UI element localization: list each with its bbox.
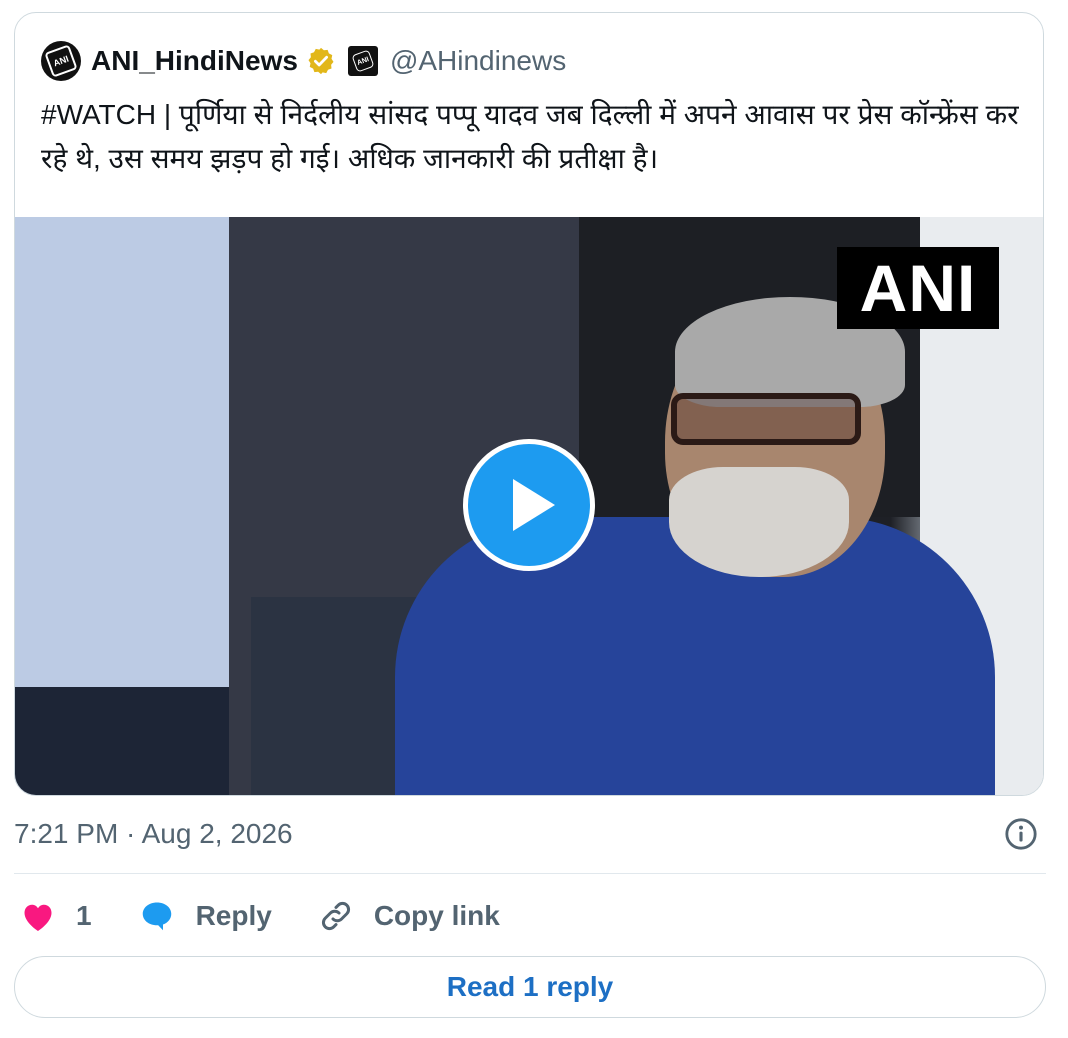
video-frame-person-beard — [669, 467, 849, 577]
timestamp-row: 7:21 PM · Aug 2, 2026 — [14, 814, 1044, 854]
avatar[interactable]: ANI — [41, 41, 81, 81]
reply-button[interactable]: Reply — [138, 898, 272, 934]
ani-logo-icon: ANI — [44, 44, 78, 78]
display-name[interactable]: ANI_HindiNews — [91, 45, 298, 77]
tweet-text: #WATCH | पूर्णिया से निर्दलीय सांसद पप्प… — [41, 99, 1027, 174]
link-icon — [321, 902, 350, 930]
verified-badge-icon — [308, 47, 334, 75]
like-count: 1 — [76, 900, 92, 931]
ani-logo-icon: ANI — [351, 49, 375, 73]
video-frame-figure-left-trousers — [15, 687, 229, 795]
video-frame-person-glasses — [671, 393, 861, 445]
video-player[interactable]: ANI — [15, 217, 1043, 795]
author-row: ANI ANI_HindiNews ANI @AHindinews — [41, 41, 566, 81]
read-replies-label: Read 1 reply — [446, 971, 614, 1002]
timestamp[interactable]: 7:21 PM · Aug 2, 2026 — [14, 818, 293, 850]
actions-row: 1 Reply Copy link — [20, 894, 546, 938]
info-icon[interactable] — [1004, 817, 1038, 851]
copy-link-label: Copy link — [373, 900, 500, 931]
play-button[interactable] — [463, 439, 595, 571]
reply-label: Reply — [195, 900, 272, 931]
divider — [14, 873, 1046, 874]
read-replies-button[interactable]: Read 1 reply — [14, 956, 1046, 1018]
speech-bubble-icon — [142, 902, 171, 931]
tweet-card[interactable]: ANI ANI_HindiNews ANI @AHindinews #WATCH… — [14, 12, 1044, 796]
heart-icon — [24, 904, 52, 931]
copy-link-button[interactable]: Copy link — [318, 898, 500, 934]
ani-watermark: ANI — [837, 247, 999, 329]
play-icon — [513, 479, 555, 531]
like-button[interactable]: 1 — [20, 899, 92, 933]
handle[interactable]: @AHindinews — [390, 45, 566, 77]
affiliate-badge-icon: ANI — [347, 46, 378, 76]
